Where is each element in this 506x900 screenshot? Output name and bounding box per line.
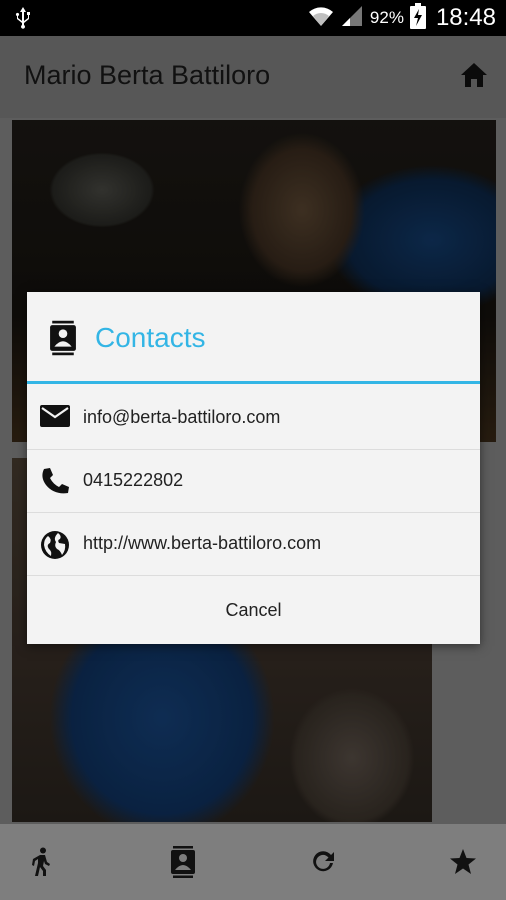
email-text: info@berta-battiloro.com <box>83 407 281 427</box>
contact-website-row[interactable]: http://www.berta-battiloro.com <box>27 513 480 576</box>
status-bar: 92% 18:48 <box>0 0 506 36</box>
walk-icon[interactable] <box>26 846 58 878</box>
usb-icon <box>14 6 32 35</box>
signal-icon <box>340 4 364 33</box>
contacts-icon <box>49 320 77 361</box>
globe-icon <box>40 530 70 565</box>
phone-icon <box>40 467 70 500</box>
dialog-title: Contacts <box>95 322 206 353</box>
bottom-nav <box>0 824 506 900</box>
dialog-header: Contacts <box>27 292 480 384</box>
contact-phone-row[interactable]: 0415222802 <box>27 450 480 513</box>
refresh-icon[interactable] <box>307 846 339 878</box>
contacts-icon[interactable] <box>167 846 199 878</box>
contact-email-row[interactable]: info@berta-battiloro.com <box>27 387 480 450</box>
clock: 18:48 <box>435 4 496 31</box>
star-icon[interactable] <box>447 846 479 878</box>
battery-charging-icon <box>409 2 426 34</box>
battery-percent: 92% <box>369 8 404 27</box>
website-text: http://www.berta-battiloro.com <box>83 533 322 553</box>
contacts-dialog: Contacts info@berta-battiloro.com 041522… <box>27 292 480 644</box>
email-icon <box>40 404 70 433</box>
phone-text: 0415222802 <box>83 470 184 490</box>
cancel-button[interactable]: Cancel <box>27 576 480 644</box>
wifi-icon <box>308 4 334 33</box>
